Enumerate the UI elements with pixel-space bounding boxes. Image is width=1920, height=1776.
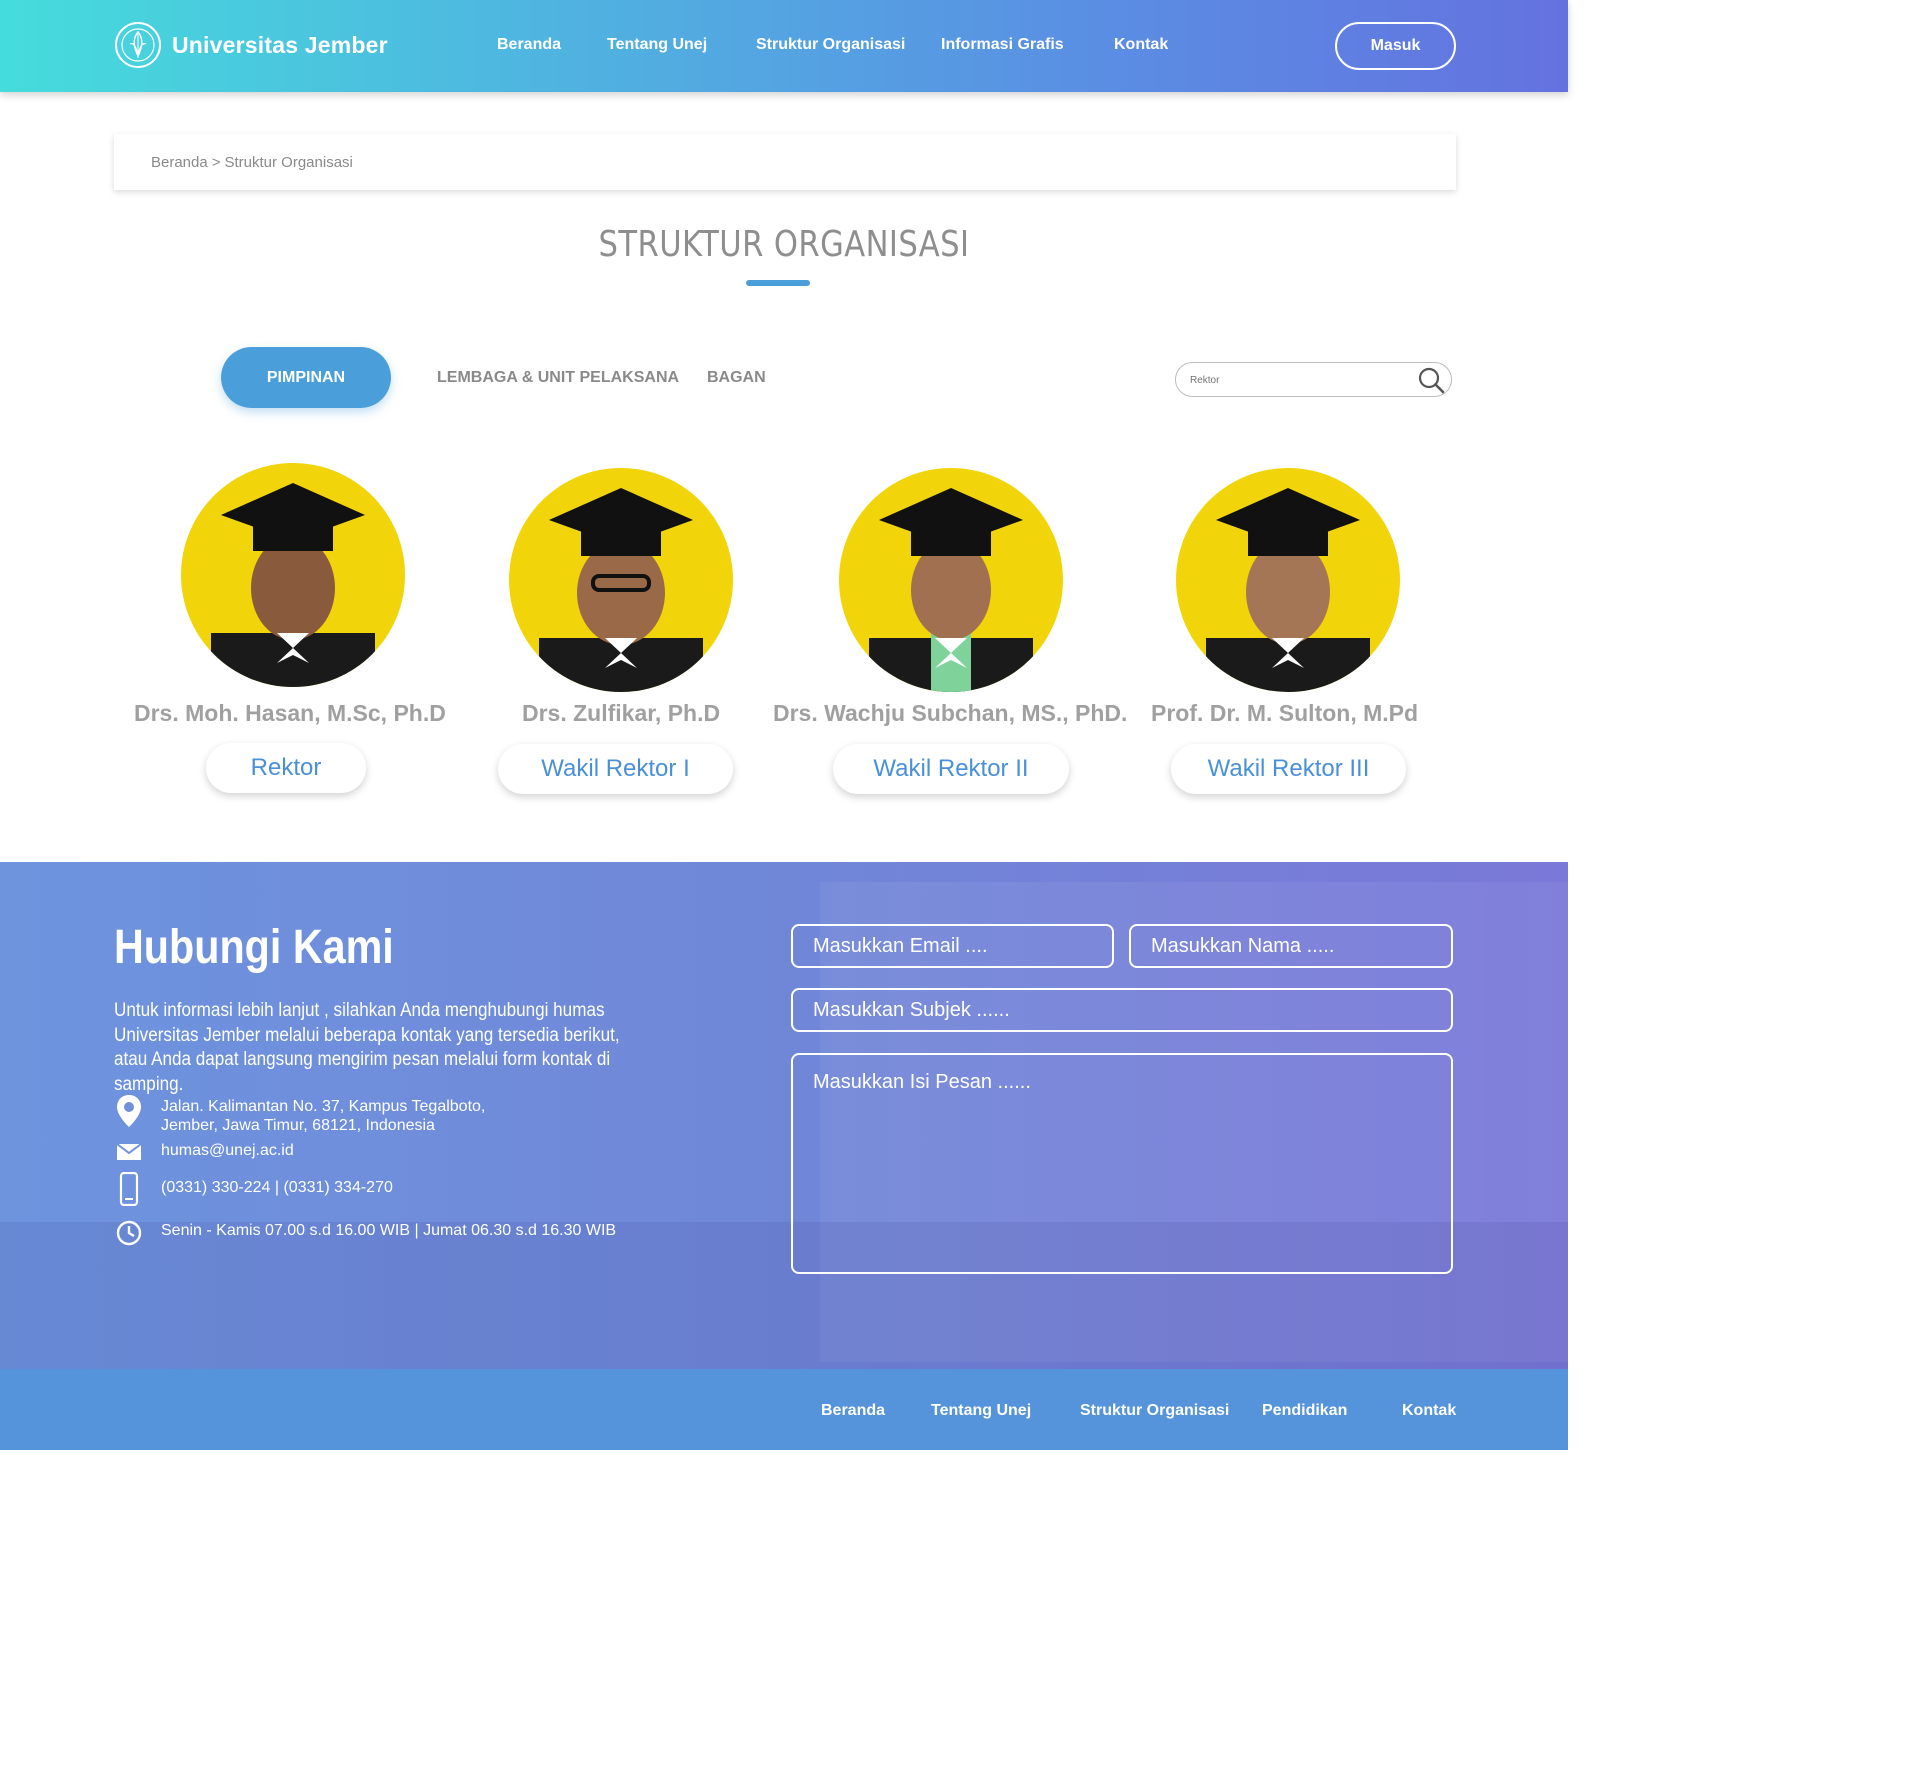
footer: Beranda Tentang Unej Struktur Organisasi… [0, 1369, 1568, 1450]
contact-email[interactable]: humas@unej.ac.id [161, 1141, 294, 1161]
leader-name-wakil-rektor-2: Drs. Wachju Subchan, MS., PhD. [773, 700, 1128, 726]
nav-beranda[interactable]: Beranda [497, 36, 561, 54]
page-title: STRUKTUR ORGANISASI [598, 224, 970, 265]
login-button[interactable]: Masuk [1335, 22, 1456, 70]
brand[interactable]: Universitas Jember [114, 20, 388, 70]
university-logo-icon [115, 22, 161, 68]
portrait-image [1176, 468, 1400, 692]
leader-photo-wakil-rektor-1 [509, 468, 733, 692]
contact-section: Hubungi Kami Untuk informasi lebih lanju… [0, 862, 1568, 1369]
breadcrumb-current: Struktur Organisasi [224, 153, 353, 171]
leader-name-wakil-rektor-1: Drs. Zulfikar, Ph.D [522, 700, 721, 726]
role-button-rektor[interactable]: Rektor [206, 743, 366, 793]
tab-lembaga-unit-pelaksana[interactable]: LEMBAGA & UNIT PELAKSANA [437, 369, 679, 387]
leader-photo-rektor [181, 463, 405, 687]
leader-name-wakil-rektor-3: Prof. Dr. M. Sulton, M.Pd [1151, 700, 1419, 726]
nav-informasi-grafis[interactable]: Informasi Grafis [941, 36, 1064, 54]
navbar: Universitas Jember Beranda Tentang Unej … [0, 0, 1568, 92]
leader-name-rektor: Drs. Moh. Hasan, M.Sc, Ph.D [134, 700, 446, 726]
email-field[interactable] [791, 924, 1114, 968]
breadcrumb-home[interactable]: Beranda [151, 154, 208, 171]
role-button-wakil-rektor-1[interactable]: Wakil Rektor I [498, 744, 733, 794]
footer-link-kontak[interactable]: Kontak [1402, 1402, 1456, 1420]
leader-photo-wakil-rektor-2 [839, 468, 1063, 692]
footer-link-tentang-unej[interactable]: Tentang Unej [931, 1402, 1031, 1420]
clock-icon [116, 1220, 142, 1246]
breadcrumb: Beranda > Struktur Organisasi [114, 134, 1456, 190]
location-pin-icon [117, 1095, 141, 1127]
phone-icon [119, 1172, 139, 1206]
mail-icon [116, 1143, 142, 1160]
footer-link-pendidikan[interactable]: Pendidikan [1262, 1402, 1347, 1420]
footer-link-beranda[interactable]: Beranda [821, 1402, 885, 1420]
nav-kontak[interactable]: Kontak [1114, 36, 1168, 54]
contact-description: Untuk informasi lebih lanjut , silahkan … [114, 1000, 620, 1095]
leader-photo-wakil-rektor-3 [1176, 468, 1400, 692]
search-icon[interactable] [1417, 366, 1445, 394]
message-field[interactable] [791, 1053, 1453, 1274]
tab-bagan[interactable]: BAGAN [707, 369, 766, 387]
name-field[interactable] [1129, 924, 1453, 968]
footer-link-struktur-organisasi[interactable]: Struktur Organisasi [1080, 1402, 1229, 1420]
nav-struktur-organisasi[interactable]: Struktur Organisasi [756, 36, 905, 54]
search-box [1175, 362, 1452, 397]
search-input[interactable] [1190, 371, 1410, 389]
role-button-wakil-rektor-3[interactable]: Wakil Rektor III [1171, 744, 1406, 794]
contact-hours: Senin - Kamis 07.00 s.d 16.00 WIB | Juma… [161, 1222, 617, 1239]
contact-phone: (0331) 330-224 | (0331) 334-270 [161, 1179, 393, 1196]
contact-address-line1: Jalan. Kalimantan No. 37, Kampus Tegalbo… [161, 1098, 486, 1115]
subject-field[interactable] [791, 988, 1453, 1032]
tab-pimpinan[interactable]: PIMPINAN [221, 347, 391, 408]
portrait-image [839, 468, 1063, 692]
contact-address-line2: Jember, Jawa Timur, 68121, Indonesia [161, 1117, 435, 1134]
breadcrumb-separator: > [211, 153, 221, 171]
nav-tentang-unej[interactable]: Tentang Unej [607, 36, 707, 54]
portrait-image [509, 468, 733, 692]
portrait-image [181, 463, 405, 687]
contact-title: Hubungi Kami [114, 921, 394, 974]
role-button-wakil-rektor-2[interactable]: Wakil Rektor II [833, 744, 1069, 794]
brand-name: Universitas Jember [172, 31, 388, 58]
title-underline [746, 280, 810, 286]
